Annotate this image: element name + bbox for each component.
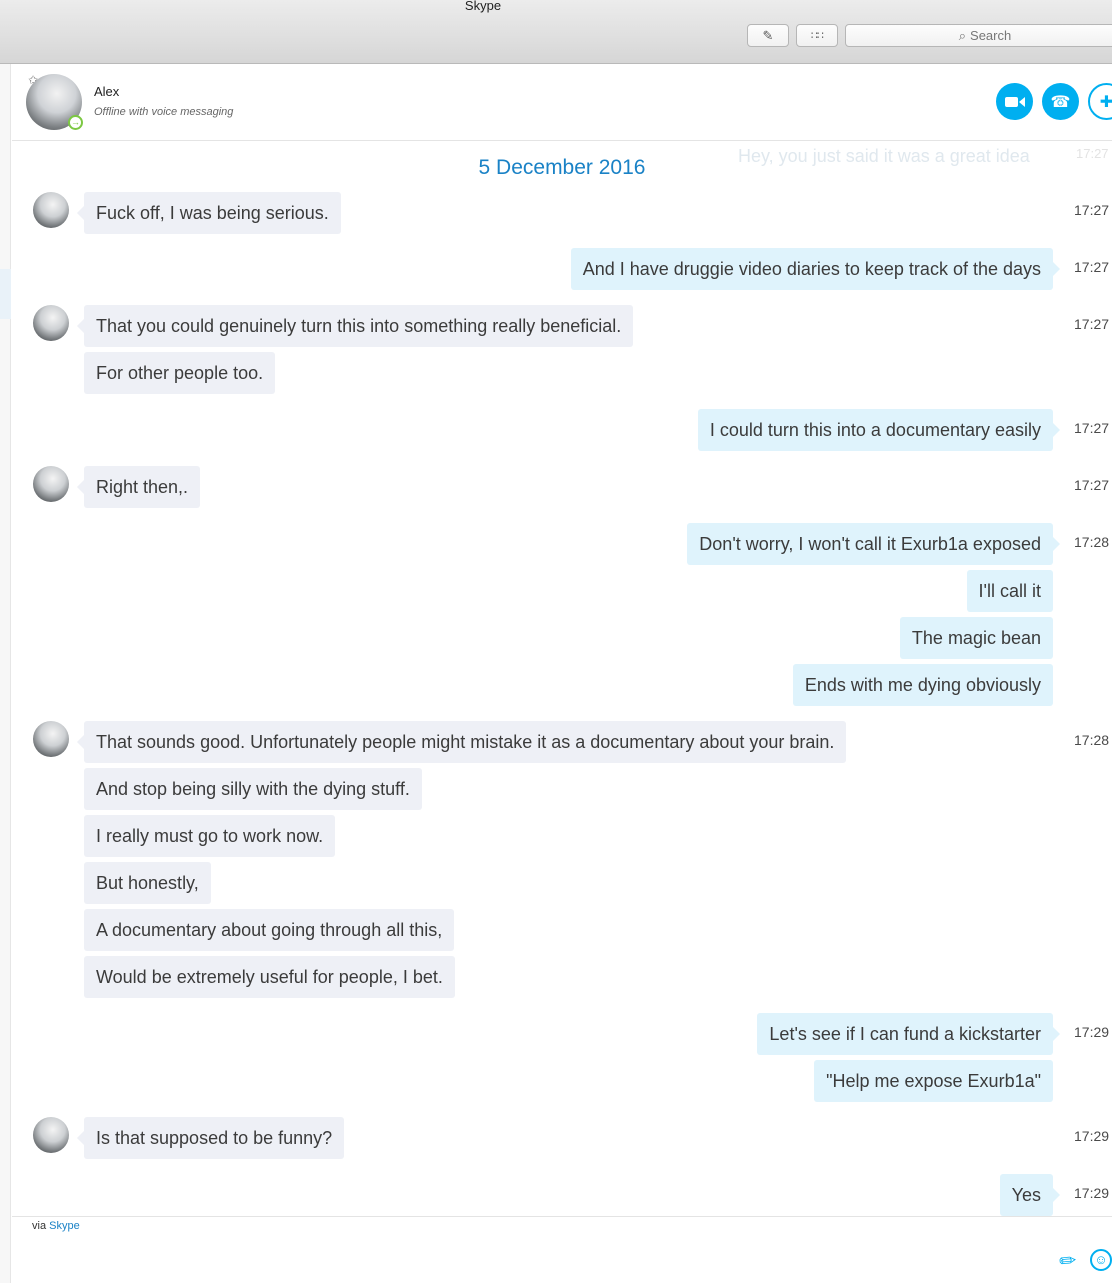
message-incoming[interactable]: For other people too. [84, 352, 276, 394]
message-outgoing[interactable]: "Help me expose Exurb1a" [814, 1060, 1053, 1102]
message-incoming[interactable]: Fuck off, I was being serious. [77, 192, 341, 234]
sender-avatar[interactable] [33, 192, 69, 228]
message-time: 17:27 [1074, 202, 1110, 218]
message-time: 17:29 [1074, 1185, 1110, 1201]
message-outgoing[interactable]: And I have druggie video diaries to keep… [570, 248, 1061, 290]
compose-button[interactable]: ✎ [747, 24, 789, 47]
message-incoming[interactable]: Would be extremely useful for people, I … [84, 956, 455, 998]
date-separator: 5 December 2016 [12, 156, 1112, 180]
message-incoming[interactable]: And stop being silly with the dying stuf… [84, 768, 422, 810]
contact-status: Offline with voice messaging [94, 106, 234, 118]
message-outgoing[interactable]: I could turn this into a documentary eas… [697, 409, 1061, 451]
message-incoming[interactable]: That you could genuinely turn this into … [76, 305, 634, 347]
audio-call-button[interactable]: ☎ [1042, 83, 1079, 120]
sidebar-selected-item[interactable] [0, 269, 11, 319]
emoticon-icon[interactable]: ☺ [1090, 1249, 1112, 1271]
date-label: 5 December 2016 [468, 156, 656, 179]
video-call-button[interactable] [996, 83, 1033, 120]
message-outgoing[interactable]: The magic bean [899, 617, 1053, 659]
sender-avatar[interactable] [33, 466, 69, 502]
phone-icon: ☎ [1050, 93, 1071, 111]
message-time: 17:29 [1074, 1128, 1110, 1144]
sender-avatar[interactable] [33, 1117, 69, 1153]
conversation-header: ✩ → Alex Offline with voice messaging ☎ … [12, 65, 1112, 141]
message-time: 17:27 [1074, 420, 1110, 436]
message-incoming[interactable]: A documentary about going through all th… [84, 909, 455, 951]
message-incoming[interactable]: That sounds good. Unfortunately people m… [76, 721, 847, 763]
sidebar-edge [0, 64, 11, 1283]
via-skype-link[interactable]: Skype [49, 1220, 80, 1232]
message-time: 17:28 [1074, 534, 1110, 550]
contact-avatar[interactable]: → [26, 74, 83, 130]
message-outgoing[interactable]: I'll call it [966, 570, 1053, 612]
presence-forward-icon: → [68, 115, 83, 130]
message-incoming[interactable]: Is that supposed to be funny? [76, 1117, 345, 1159]
search-input[interactable]: ⌕ Search [845, 24, 1112, 47]
video-camera-icon [1004, 96, 1025, 107]
message-outgoing[interactable]: Don't worry, I won't call it Exurb1a exp… [687, 523, 1060, 565]
message-incoming[interactable]: Right then,. [76, 466, 201, 508]
message-outgoing[interactable]: Yes [999, 1174, 1061, 1216]
message-incoming[interactable]: But honestly, [84, 862, 211, 904]
message-outgoing[interactable]: Let's see if I can fund a kickstarter [757, 1013, 1060, 1055]
message-time: 17:27 [1074, 259, 1110, 275]
message-time: 17:28 [1074, 732, 1110, 748]
sender-avatar[interactable] [33, 305, 69, 341]
add-people-button[interactable]: ✚ [1088, 83, 1112, 120]
add-person-icon: ✚ [1099, 93, 1112, 111]
message-time: 17:27 [1074, 316, 1110, 332]
dialpad-icon: ∷∷ [811, 30, 824, 42]
compose-icon: ✎ [762, 27, 774, 43]
sender-avatar[interactable] [33, 721, 69, 757]
message-time: 17:27 [1074, 477, 1110, 493]
window-title: Skype [464, 0, 502, 13]
message-outgoing[interactable]: Ends with me dying obviously [792, 664, 1053, 706]
search-icon: ⌕ [958, 27, 967, 43]
message-composer[interactable]: via Skype ✐ ☺ [12, 1216, 1112, 1283]
chat-history[interactable]: Hey, you just said it was a great idea 1… [12, 142, 1112, 1216]
via-label: via Skype [32, 1220, 80, 1232]
message-time: 17:29 [1074, 1024, 1110, 1040]
contact-name[interactable]: Alex [94, 84, 119, 99]
paperclip-icon[interactable]: ✐ [1052, 1247, 1081, 1277]
dialpad-button[interactable]: ∷∷ [796, 24, 838, 47]
via-text: via [32, 1220, 47, 1232]
message-incoming[interactable]: I really must go to work now. [84, 815, 336, 857]
search-placeholder: Search [970, 28, 1012, 43]
title-bar: Skype ✎ ∷∷ ⌕ Search [0, 0, 1112, 64]
